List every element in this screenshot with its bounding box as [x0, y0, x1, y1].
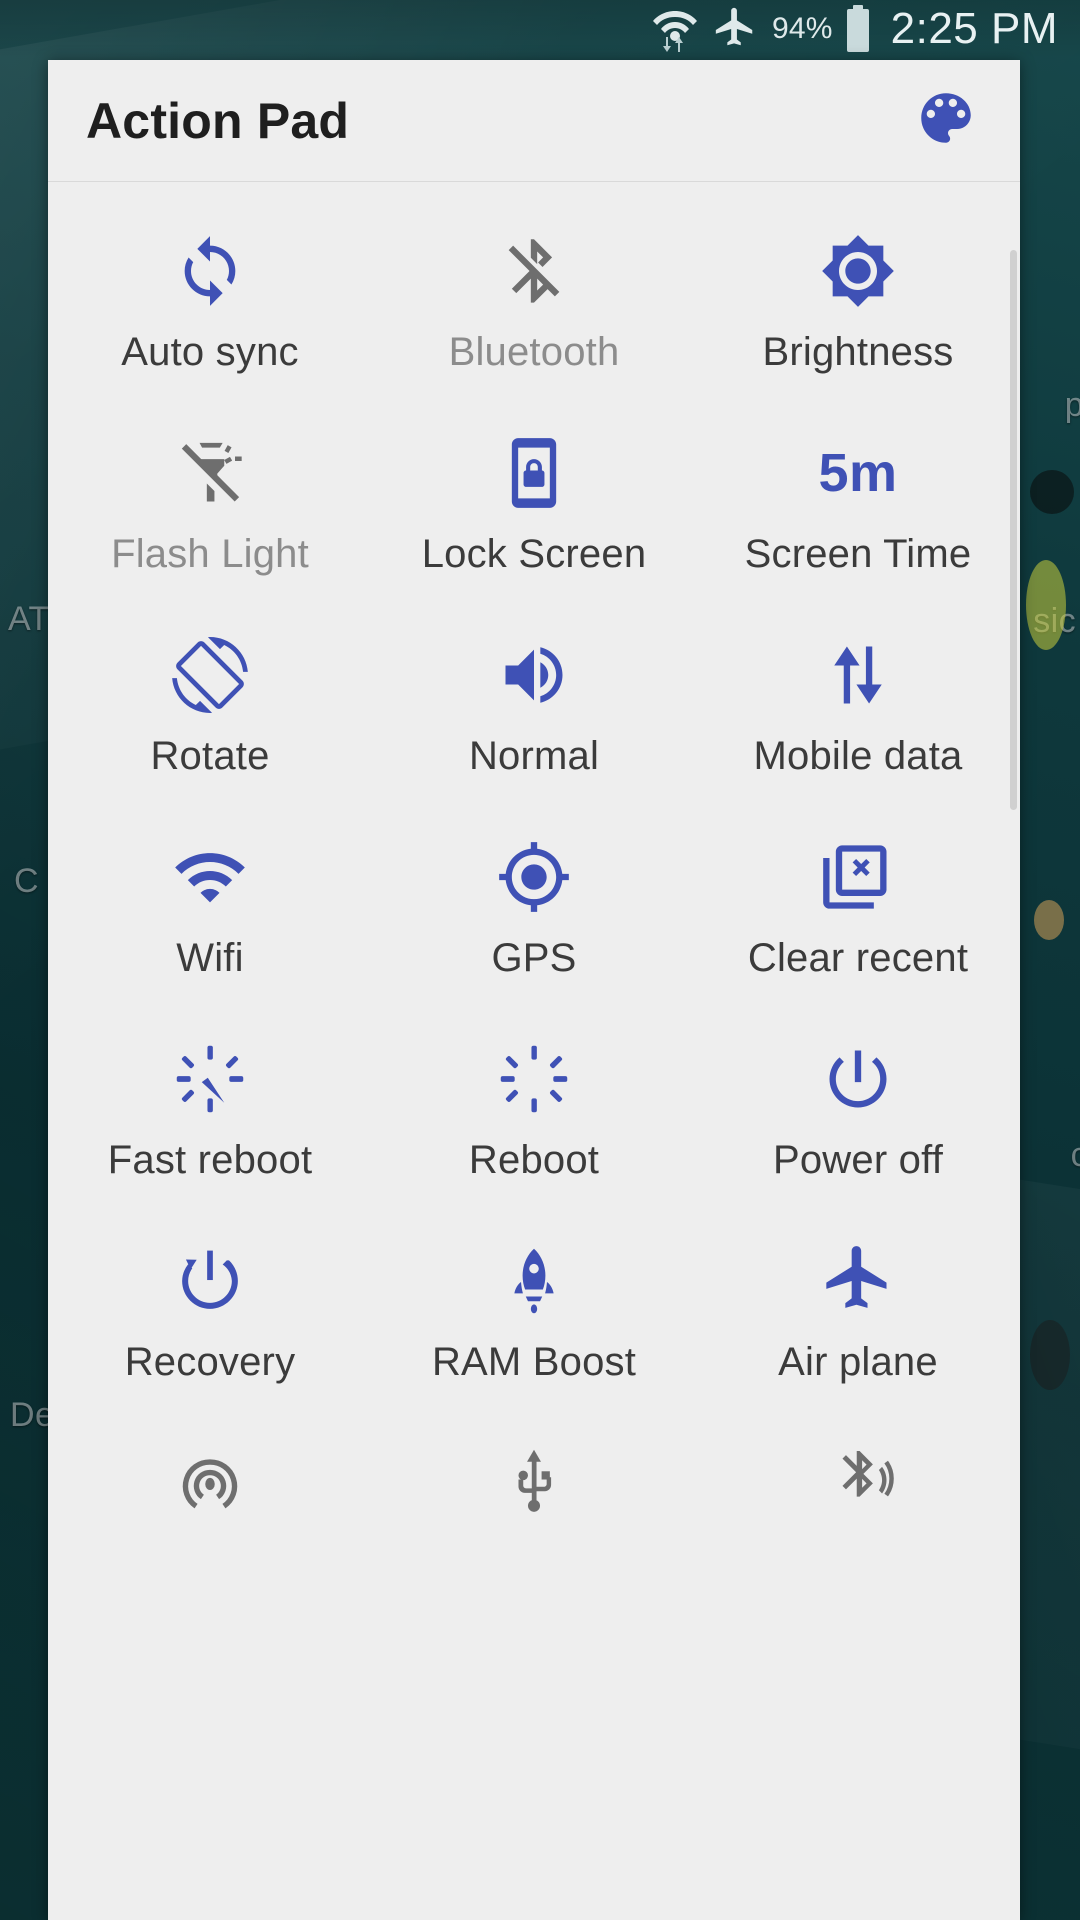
tile-brightness[interactable]: Brightness	[696, 194, 1020, 396]
dialog-scrollbar[interactable]	[1010, 250, 1017, 810]
airplane-icon	[696, 1238, 1020, 1324]
fast-reboot-icon	[48, 1036, 372, 1122]
wallpaper-app-icon	[1030, 1320, 1070, 1390]
tile-flash-light[interactable]: Flash Light	[48, 396, 372, 598]
tile-label: Brightness	[762, 330, 954, 374]
tile-normal[interactable]: Normal	[372, 598, 696, 800]
screen-time-value: 5m	[696, 430, 1020, 516]
tile-label: Screen Time	[744, 532, 972, 576]
power-off-icon	[696, 1036, 1020, 1122]
status-bar: 94% 2:25 PM	[0, 0, 1080, 58]
tile-reboot[interactable]: Reboot	[372, 1002, 696, 1204]
tile-lock-screen[interactable]: Lock Screen	[372, 396, 696, 598]
tile-label: Mobile data	[753, 734, 963, 778]
tile-label: Auto sync	[121, 330, 299, 374]
tile-auto-sync[interactable]: Auto sync	[48, 194, 372, 396]
lock-screen-icon	[372, 430, 696, 516]
tile-fast-reboot[interactable]: Fast reboot	[48, 1002, 372, 1204]
sync-icon	[48, 228, 372, 314]
recovery-icon	[48, 1238, 372, 1324]
bluetooth-disabled-icon	[372, 228, 696, 314]
wallpaper-text-fragment: AT	[8, 600, 50, 638]
tile-label: Wifi	[176, 936, 244, 980]
tile-label: Bluetooth	[448, 330, 620, 374]
battery-percent-label: 94%	[771, 12, 833, 45]
flashlight-off-icon	[48, 430, 372, 516]
tile-air-plane[interactable]: Air plane	[696, 1204, 1020, 1406]
wallpaper-text-fragment: c	[1070, 1136, 1080, 1174]
battery-icon	[843, 4, 873, 54]
reboot-icon	[372, 1036, 696, 1122]
tile-gps[interactable]: GPS	[372, 800, 696, 1002]
gps-icon	[372, 834, 696, 920]
tile-label: Lock Screen	[421, 532, 647, 576]
volume-up-icon	[372, 632, 696, 718]
wifi-icon	[48, 834, 372, 920]
tile-label: Recovery	[124, 1340, 296, 1384]
tile-label: Reboot	[468, 1138, 600, 1182]
airplane-mode-icon	[712, 6, 758, 52]
tile-screen-time[interactable]: 5m Screen Time	[696, 396, 1020, 598]
tile-usb[interactable]	[372, 1406, 696, 1608]
wifi-with-data-arrows-icon	[652, 5, 698, 53]
quick-action-grid: Auto sync Bluetooth Brightness Flash Light L…	[48, 182, 1020, 1608]
palette-icon	[913, 85, 979, 156]
tile-label: Fast reboot	[107, 1138, 313, 1182]
action-pad-dialog: Action Pad Auto sync Bluetooth Brightness F…	[48, 60, 1020, 1920]
clock-label: 2:25 PM	[890, 4, 1058, 53]
mobile-data-icon	[696, 632, 1020, 718]
screen-rotation-icon	[48, 632, 372, 718]
rocket-icon	[372, 1238, 696, 1324]
hotspot-icon	[48, 1440, 372, 1526]
tile-rotate[interactable]: Rotate	[48, 598, 372, 800]
tile-mobile-data[interactable]: Mobile data	[696, 598, 1020, 800]
tile-ram-boost[interactable]: RAM Boost	[372, 1204, 696, 1406]
tile-power-off[interactable]: Power off	[696, 1002, 1020, 1204]
wallpaper-app-icon	[1030, 470, 1074, 514]
tile-label: RAM Boost	[431, 1340, 637, 1384]
tile-bluetooth[interactable]: Bluetooth	[372, 194, 696, 396]
wallpaper-app-icon	[1034, 900, 1064, 940]
tile-label: Clear recent	[747, 936, 969, 980]
theme-palette-button[interactable]	[910, 85, 982, 157]
wallpaper-text-fragment: C	[14, 862, 39, 900]
tile-label: Normal	[468, 734, 600, 778]
bluetooth-tether-icon	[696, 1440, 1020, 1526]
wallpaper-app-icon	[1026, 560, 1066, 650]
wallpaper-text-fragment: p	[1064, 386, 1080, 424]
tile-clear-recent[interactable]: Clear recent	[696, 800, 1020, 1002]
tile-hotspot[interactable]	[48, 1406, 372, 1608]
tile-label: Power off	[772, 1138, 944, 1182]
usb-icon	[372, 1440, 696, 1526]
page-title: Action Pad	[86, 92, 350, 149]
tile-label: Air plane	[778, 1340, 938, 1384]
tile-label: GPS	[491, 936, 577, 980]
tile-wifi[interactable]: Wifi	[48, 800, 372, 1002]
brightness-icon	[696, 228, 1020, 314]
tile-bluetooth-tether[interactable]	[696, 1406, 1020, 1608]
clear-recent-icon	[696, 834, 1020, 920]
dialog-header: Action Pad	[48, 60, 1020, 182]
tile-label: Flash Light	[111, 532, 309, 576]
tile-recovery[interactable]: Recovery	[48, 1204, 372, 1406]
screen-time-value-label: 5m	[818, 443, 898, 503]
tile-label: Rotate	[150, 734, 270, 778]
